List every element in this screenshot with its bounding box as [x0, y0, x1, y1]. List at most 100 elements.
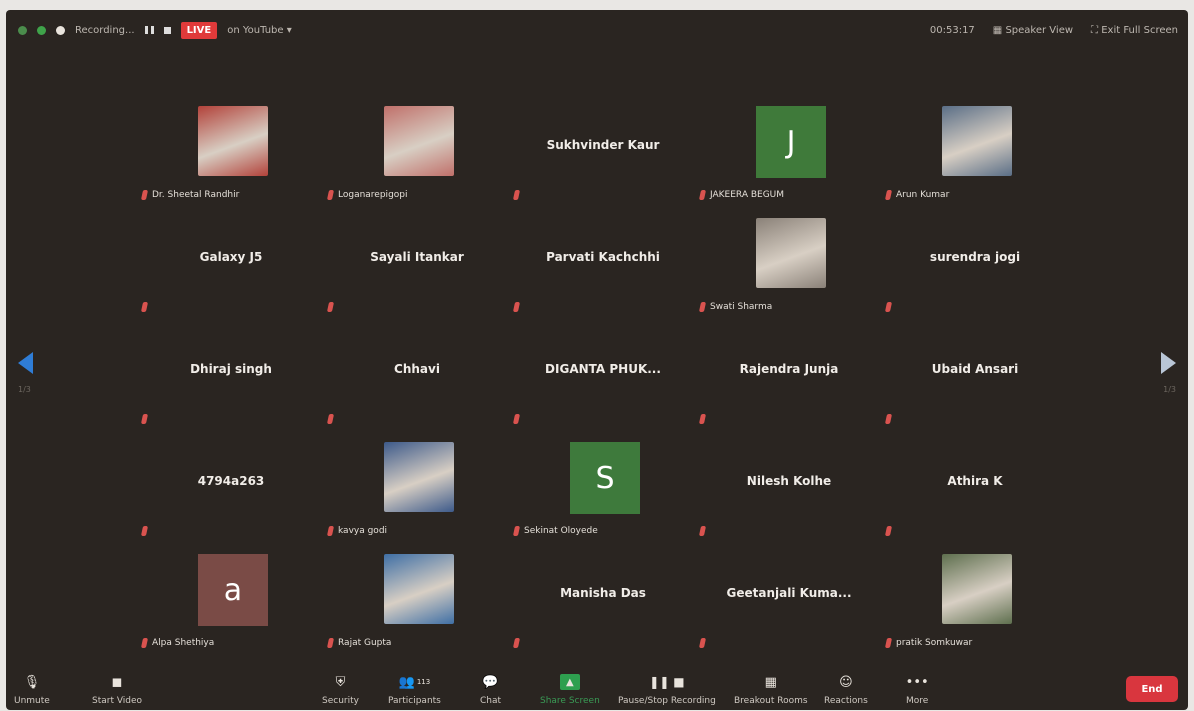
participant-tile[interactable]: Rajat Gupta	[324, 546, 510, 658]
participants-icon: 👥 113	[398, 674, 431, 690]
security-button[interactable]: ⛨ Security	[322, 674, 359, 707]
muted-mic-icon	[698, 302, 707, 312]
participant-tile[interactable]: Nilesh Kolhe	[696, 434, 882, 546]
muted-mic-icon	[512, 190, 521, 200]
participant-tile[interactable]: Ubaid Ansari	[882, 322, 1068, 434]
more-label: More	[906, 696, 929, 706]
participant-tile[interactable]: Athira K	[882, 434, 1068, 546]
participant-tile[interactable]: Sukhvinder Kaur	[510, 98, 696, 210]
chat-button[interactable]: 💬 Chat	[480, 674, 502, 707]
participants-button[interactable]: 👥 113 Participants	[388, 674, 441, 707]
security-label: Security	[322, 696, 359, 706]
participant-name: Athira K	[947, 474, 1003, 488]
pause-stop-recording-button[interactable]: ❚❚ ■ Pause/Stop Recording	[618, 674, 716, 706]
participant-tile[interactable]: Dr. Sheetal Randhir	[138, 98, 324, 210]
participant-label: Dr. Sheetal Randhir	[140, 190, 240, 200]
muted-mic-icon	[884, 526, 893, 536]
participant-tile[interactable]: Galaxy J5	[138, 210, 324, 322]
muted-mic-icon	[698, 526, 707, 536]
participants-count: 113	[416, 678, 431, 686]
participant-tile[interactable]: Parvati Kachchhi	[510, 210, 696, 322]
participant-video-thumbnail	[384, 442, 454, 512]
next-page-arrow-icon[interactable]	[1161, 352, 1176, 374]
participant-label	[884, 526, 893, 536]
meeting-toolbar: 🎙 Unmute ◼ Start Video ⛨ Security 👥 113 P…	[6, 654, 1188, 710]
share-screen-button[interactable]: ▲ Share Screen	[540, 674, 600, 706]
participant-name: Chhavi	[394, 362, 440, 376]
top-bar: Recording... LIVE on YouTube ▾ 00:53:17 …	[6, 10, 1188, 50]
participant-tile[interactable]: Arun Kumar	[882, 98, 1068, 210]
end-meeting-button[interactable]: End	[1126, 676, 1178, 702]
live-stream-target[interactable]: on YouTube ▾	[227, 25, 292, 36]
participant-label	[512, 190, 521, 200]
participant-tile[interactable]: pratik Somkuwar	[882, 546, 1068, 658]
more-button[interactable]: ••• More	[906, 674, 929, 707]
speaker-view-button[interactable]: ▦ Speaker View	[993, 25, 1073, 36]
participant-name: Dhiraj singh	[190, 362, 272, 376]
participant-tile[interactable]: Dhiraj singh	[138, 322, 324, 434]
muted-mic-icon	[326, 526, 335, 536]
participant-label	[140, 302, 149, 312]
participant-label: Sekinat Oloyede	[512, 526, 598, 536]
participant-label: Alpa Shethiya	[140, 638, 214, 648]
breakout-rooms-button[interactable]: ▦ Breakout Rooms	[734, 674, 808, 707]
stop-recording-button[interactable]	[163, 26, 171, 34]
participant-tile[interactable]: kavya godi	[324, 434, 510, 546]
participant-avatar: J	[756, 106, 826, 178]
unmute-label: Unmute	[14, 696, 50, 706]
participant-tile[interactable]: Rajendra Junja	[696, 322, 882, 434]
participant-label-text: Arun Kumar	[896, 190, 950, 200]
participant-label	[140, 526, 149, 536]
participant-tile[interactable]: Loganarepigopi	[324, 98, 510, 210]
share-screen-label: Share Screen	[540, 696, 600, 706]
participant-gallery: Dr. Sheetal Randhir Loganarepigopi Sukhvin…	[138, 98, 1068, 658]
chat-label: Chat	[480, 696, 502, 706]
muted-mic-icon	[140, 638, 149, 648]
participant-label: JAKEERA BEGUM	[698, 190, 784, 200]
participant-label	[698, 414, 707, 424]
participant-tile[interactable]: DIGANTA PHUK...	[510, 322, 696, 434]
participant-label-text: Dr. Sheetal Randhir	[152, 190, 240, 200]
unmute-button[interactable]: 🎙 Unmute	[14, 674, 50, 707]
muted-mic-icon	[884, 414, 893, 424]
participant-label	[512, 638, 521, 648]
start-video-button[interactable]: ◼ Start Video	[92, 674, 143, 707]
participant-tile[interactable]: 4794a263	[138, 434, 324, 546]
participant-tile[interactable]: surendra jogi	[882, 210, 1068, 322]
participant-label	[698, 526, 707, 536]
participant-video-thumbnail	[756, 218, 826, 288]
participant-label: Swati Sharma	[698, 302, 772, 312]
participant-label-text: pratik Somkuwar	[896, 638, 973, 648]
participant-tile[interactable]: Chhavi	[324, 322, 510, 434]
participant-tile[interactable]: Manisha Das	[510, 546, 696, 658]
recording-label: Recording...	[75, 24, 135, 36]
muted-mic-icon	[512, 302, 521, 312]
muted-mic-icon	[884, 638, 893, 648]
smiley-icon: ☺	[839, 674, 853, 690]
participant-video-thumbnail	[384, 106, 454, 176]
participant-tile[interactable]: S Sekinat Oloyede	[510, 434, 696, 546]
participant-tile[interactable]: a Alpa Shethiya	[138, 546, 324, 658]
participant-label-text: Rajat Gupta	[338, 638, 392, 648]
muted-mic-icon	[884, 302, 893, 312]
connection-shield-icon[interactable]	[37, 25, 46, 35]
participant-name: DIGANTA PHUK...	[545, 362, 661, 376]
participant-name: Parvati Kachchhi	[546, 250, 660, 264]
muted-mic-icon	[512, 414, 521, 424]
chat-bubble-icon: 💬	[482, 674, 499, 690]
exit-fullscreen-button[interactable]: ⛶ Exit Full Screen	[1091, 25, 1178, 36]
participants-label: Participants	[388, 696, 441, 706]
participant-tile[interactable]: J JAKEERA BEGUM	[696, 98, 882, 210]
exit-fullscreen-label: Exit Full Screen	[1101, 24, 1178, 36]
start-video-label: Start Video	[92, 696, 143, 706]
participant-tile[interactable]: Geetanjali Kuma...	[696, 546, 882, 658]
pause-recording-button[interactable]	[144, 26, 154, 34]
participant-label	[326, 302, 335, 312]
participant-tile[interactable]: Swati Sharma	[696, 210, 882, 322]
previous-page-arrow-icon[interactable]	[18, 352, 33, 374]
participant-label	[326, 414, 335, 424]
participant-tile[interactable]: Sayali Itankar	[324, 210, 510, 322]
meeting-info-icon[interactable]	[18, 25, 27, 35]
muted-mic-icon	[326, 414, 335, 424]
reactions-button[interactable]: ☺ Reactions	[824, 674, 868, 707]
